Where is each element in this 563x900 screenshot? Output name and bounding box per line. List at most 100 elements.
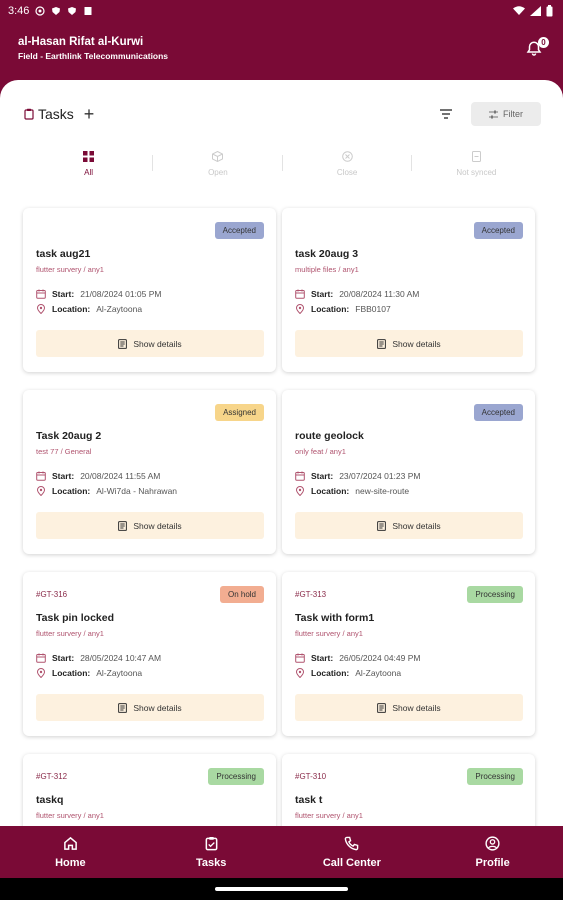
start-label: Start: [52,471,75,481]
filter-button[interactable]: Filter [471,102,541,126]
user-organization: Field - Earthlink Telecommunications [18,51,169,61]
tab-not-synced[interactable]: Not synced [412,146,541,182]
location-label: Location: [52,486,91,496]
task-name: taskq [36,794,64,806]
tasks-sheet: Tasks + Filter All Open Close Not synced [0,80,563,826]
task-category: multiple files / any1 [295,265,359,274]
status-badge: Assigned [215,403,264,421]
show-details-button[interactable]: Show details [36,694,264,721]
nav-label: Home [55,856,86,869]
task-name: task t [295,794,323,806]
start-row: Start: 28/05/2024 10:47 AM [36,653,264,663]
location-label: Location: [311,668,350,678]
filter-label: Filter [503,109,523,119]
task-info: Start: 21/08/2024 01:05 PM Location: Al-Zay… [36,289,264,314]
task-category: flutter survery / any1 [36,265,104,274]
calendar-icon [36,471,46,481]
tab-label: Open [208,168,228,177]
card-topline: #GT-312 Processing [36,766,264,786]
location-label: Location: [52,304,91,314]
task-card[interactable]: Accepted route geolock only feat / any1 Sta… [282,390,535,554]
task-code: #GT-313 [295,589,327,599]
wifi-icon [513,6,525,15]
tab-all[interactable]: All [24,146,154,182]
task-name: Task with form1 [295,612,375,624]
location-icon [36,486,46,496]
task-name: Task 20aug 2 [36,430,102,442]
nav-home[interactable]: Home [0,826,141,878]
tab-open[interactable]: Open [153,146,283,182]
status-badge: Processing [467,767,523,785]
shield-alt-icon [68,7,77,15]
task-grid: Accepted task aug21 flutter survery / any1… [23,208,541,826]
task-name: Task pin locked [36,612,114,624]
tab-label: Close [336,168,358,177]
start-row: Start: 21/08/2024 01:05 PM [36,289,264,299]
add-task-button[interactable]: + [84,105,95,123]
document-icon [118,338,128,349]
location-row: Location: Al-Zaytoona [295,668,523,678]
sort-icon[interactable] [439,108,453,120]
notifications-button[interactable]: 0 [525,37,549,62]
location-row: Location: Al-Zaytoona [36,668,264,678]
tab-close[interactable]: Close [283,146,412,182]
show-details-label: Show details [133,338,182,349]
nav-label: Tasks [195,856,227,869]
task-info: Start: 20/08/2024 11:55 AM Location: Al-Wi7… [36,471,264,496]
location-label: Location: [311,304,350,314]
gesture-handle[interactable] [215,887,348,891]
status-badge: Accepted [473,221,523,239]
calendar-icon [295,289,305,299]
location-row: Location: FBB0107 [295,304,523,314]
file-icon [84,7,92,15]
calendar-icon [295,653,305,663]
start-value: 20/08/2024 11:55 AM [80,471,161,481]
start-value: 28/05/2024 10:47 AM [80,653,162,663]
sliders-icon [489,110,498,118]
task-card[interactable]: #GT-316 On hold Task pin locked flutter sur… [23,572,276,736]
show-details-button[interactable]: Show details [36,512,264,539]
start-value: 23/07/2024 01:23 PM [339,471,421,481]
task-code: #GT-316 [36,589,68,599]
nav-profile[interactable]: Profile [422,826,563,878]
nav-call-center[interactable]: Call Center [282,826,423,878]
location-icon [36,668,46,678]
start-value: 26/05/2024 04:49 PM [339,653,421,663]
nav-label: Call Center [322,856,381,869]
task-card[interactable]: Accepted task 20aug 3 multiple files / any… [282,208,535,372]
user-name: al-Hasan Rifat al-Kurwi [18,36,144,48]
show-details-button[interactable]: Show details [36,330,264,357]
task-card[interactable]: #GT-313 Processing Task with form1 flutter … [282,572,535,736]
shield-icon [52,7,61,15]
location-icon [295,668,305,678]
start-row: Start: 20/08/2024 11:30 AM [295,289,523,299]
task-info: Start: 20/08/2024 11:30 AM Location: FBB010… [295,289,523,314]
task-card[interactable]: #GT-312 Processing taskq flutter survery / … [23,754,276,826]
task-card[interactable]: Accepted task aug21 flutter survery / any1… [23,208,276,372]
task-card[interactable]: Assigned Task 20aug 2 test 77 / General Sta… [23,390,276,554]
sync-off-icon [471,151,481,162]
task-name: task aug21 [36,248,91,260]
location-row: Location: new-site-route [295,486,523,496]
card-topline: Accepted [36,220,264,240]
location-row: Location: Al-Wi7da - Nahrawan [36,486,264,496]
task-category: flutter survery / any1 [36,811,104,820]
signal-icon [530,6,541,16]
document-icon [377,338,387,349]
show-details-button[interactable]: Show details [295,694,523,721]
task-code: #GT-310 [295,771,327,781]
document-icon [377,520,387,531]
show-details-button[interactable]: Show details [295,330,523,357]
task-info: Start: 23/07/2024 01:23 PM Location: new-si… [295,471,523,496]
status-badge: Accepted [214,221,264,239]
calendar-icon [295,471,305,481]
card-topline: Accepted [295,220,523,240]
nav-tasks[interactable]: Tasks [141,826,282,878]
privacy-icon [35,6,46,16]
start-row: Start: 23/07/2024 01:23 PM [295,471,523,481]
show-details-button[interactable]: Show details [295,512,523,539]
status-bar: 3:46 [0,0,563,22]
start-label: Start: [311,289,334,299]
task-card[interactable]: #GT-310 Processing task t flutter survery /… [282,754,535,826]
location-label: Location: [311,486,350,496]
